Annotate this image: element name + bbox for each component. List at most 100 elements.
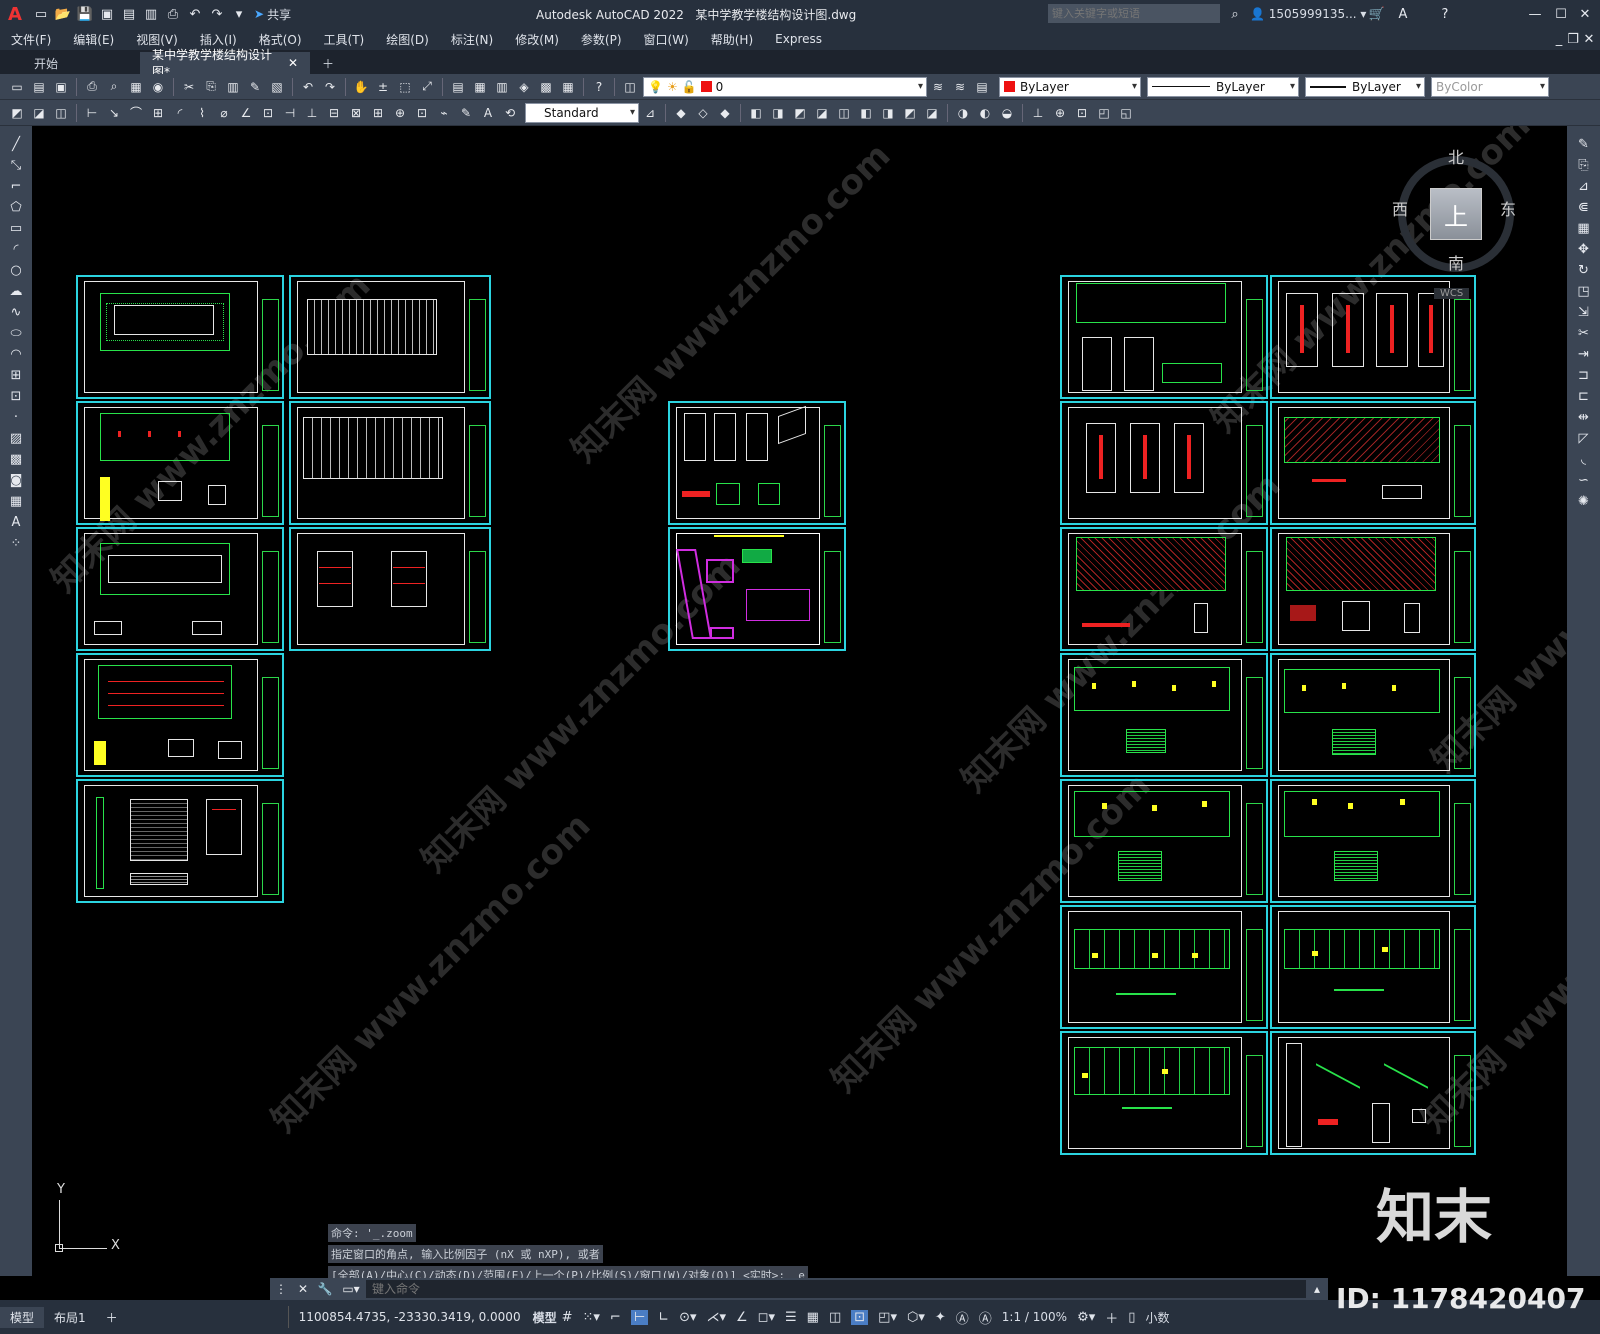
hatch-icon[interactable]: ▨ xyxy=(2,428,30,449)
drawing-sheet-elevation-south[interactable] xyxy=(289,401,491,525)
properties-icon[interactable]: ▤ xyxy=(449,78,467,96)
material-icon[interactable]: ◒ xyxy=(998,104,1016,122)
ucs-face-icon[interactable]: ◰ xyxy=(1095,104,1113,122)
trim-icon[interactable]: ✂ xyxy=(1570,323,1598,344)
dim-edit-icon[interactable]: ✎ xyxy=(457,104,475,122)
units-label[interactable]: 小数 xyxy=(1145,1309,1169,1326)
dim-text-edit-icon[interactable]: A xyxy=(479,104,497,122)
drawing-sheet-elevation-north[interactable] xyxy=(289,275,491,399)
drawing-sheet-slab-1[interactable] xyxy=(1060,527,1268,651)
drawing-sheet-beam-1[interactable] xyxy=(1060,653,1268,777)
qdim-icon[interactable]: ⊡ xyxy=(259,104,277,122)
drawing-sheet-slab-2[interactable] xyxy=(1270,527,1476,651)
viewcube-west[interactable]: 西 xyxy=(1392,196,1408,220)
dimstyle-combo[interactable]: Standard xyxy=(525,102,639,123)
scale-icon[interactable]: ◳ xyxy=(1570,281,1598,302)
slice-icon[interactable]: ◪ xyxy=(923,104,941,122)
selection-filter-icon[interactable]: ⬡▾ xyxy=(907,1310,925,1325)
cart-icon[interactable]: 🛒 xyxy=(1366,3,1388,25)
polar-icon[interactable]: ⊙▾ xyxy=(679,1310,696,1325)
help-icon[interactable]: ? xyxy=(590,78,608,96)
menu-draw[interactable]: 绘图(D) xyxy=(375,31,440,48)
blend-icon[interactable]: ∽ xyxy=(1570,470,1598,491)
3d-cone-icon[interactable]: ◆ xyxy=(716,104,734,122)
annotation-monitor-icon[interactable]: ＋ xyxy=(1105,1308,1118,1327)
extrude-icon[interactable]: ◧ xyxy=(747,104,765,122)
dim-arc-icon[interactable]: ⌒ xyxy=(127,104,145,122)
drawing-sheet-beam-3[interactable] xyxy=(1060,779,1268,903)
menu-edit[interactable]: 编辑(E) xyxy=(62,31,125,48)
drawing-sheet-plan-2[interactable] xyxy=(76,401,284,525)
maximize-icon[interactable]: ☐ xyxy=(1550,3,1572,25)
copy-object-icon[interactable]: ⎘ xyxy=(1570,155,1598,176)
app-menu-button[interactable]: A xyxy=(0,3,30,25)
doc-close-icon[interactable]: ✕ xyxy=(1578,28,1600,50)
minimize-icon[interactable]: — xyxy=(1524,3,1546,25)
drawing-sheet-beam-2[interactable] xyxy=(1270,653,1476,777)
web-open-icon[interactable]: ▤ xyxy=(118,3,140,25)
stretch-icon[interactable]: ⇲ xyxy=(1570,302,1598,323)
layer-previous-icon[interactable]: ≋ xyxy=(951,78,969,96)
object-snap-icon[interactable]: ◻▾ xyxy=(758,1310,775,1325)
isodraft-icon[interactable]: ⋌▾ xyxy=(706,1310,726,1325)
annotation-scale[interactable]: 1:1 / 100% xyxy=(1002,1310,1067,1324)
dynamic-input-icon[interactable]: ⊢ xyxy=(630,1309,649,1325)
drawing-sheet-column-2[interactable] xyxy=(1270,905,1476,1029)
ellipse-icon[interactable]: ⬭ xyxy=(2,323,30,344)
subtract-icon[interactable]: ◨ xyxy=(879,104,897,122)
pan-icon[interactable]: ✋ xyxy=(352,78,370,96)
search-box[interactable] xyxy=(1048,4,1220,23)
make-current-icon[interactable]: ≋ xyxy=(929,78,947,96)
object-snap-tracking-icon[interactable]: ∠ xyxy=(736,1310,748,1325)
viewcube-east[interactable]: 东 xyxy=(1500,196,1516,220)
lineweight-combo[interactable]: ByLayer xyxy=(1305,76,1425,97)
customize-cmd-icon[interactable]: 🔧 xyxy=(316,1280,334,1298)
dim-angular-icon[interactable]: ∠ xyxy=(237,104,255,122)
search-input[interactable] xyxy=(1048,7,1220,20)
transparency-icon[interactable]: ▦ xyxy=(807,1310,819,1325)
jogged-linear-icon[interactable]: ⌁ xyxy=(435,104,453,122)
copy-icon[interactable]: ⎘ xyxy=(202,78,220,96)
drawing-canvas[interactable]: 知末网 www.znzmo.com 知末网 www.znzmo.com 知末网 … xyxy=(32,126,1567,1276)
markup-icon[interactable]: ▩ xyxy=(537,78,555,96)
sweep-icon[interactable]: ◩ xyxy=(791,104,809,122)
chamfer-icon[interactable]: ◸ xyxy=(1570,428,1598,449)
zoom-realtime-icon[interactable]: ± xyxy=(374,78,392,96)
dim-continue-icon[interactable]: ⊥ xyxy=(303,104,321,122)
saveas-icon[interactable]: ▣ xyxy=(96,3,118,25)
menu-tools[interactable]: 工具(T) xyxy=(313,31,376,48)
explode-icon[interactable]: ✺ xyxy=(1570,491,1598,512)
dim-update-icon[interactable]: ⟲ xyxy=(501,104,519,122)
block-editor-icon[interactable]: ▧ xyxy=(268,78,286,96)
save-icon[interactable]: 💾 xyxy=(74,3,96,25)
drawing-sheet-site-plan[interactable] xyxy=(668,527,846,651)
linetype-combo[interactable]: ByLayer xyxy=(1147,76,1299,97)
zoom-previous-icon[interactable]: ⤢ xyxy=(418,78,436,96)
units-icon[interactable]: ▯ xyxy=(1128,1310,1135,1325)
move-icon[interactable]: ✥ xyxy=(1570,239,1598,260)
add-selected-icon[interactable]: ⁘ xyxy=(2,533,30,554)
menu-file[interactable]: 文件(F) xyxy=(0,31,62,48)
grip-icon[interactable]: ⋮ xyxy=(272,1280,290,1298)
lineweight-icon[interactable]: ☰ xyxy=(785,1310,797,1325)
web-save-icon[interactable]: ▥ xyxy=(140,3,162,25)
rotate-icon[interactable]: ↻ xyxy=(1570,260,1598,281)
drawing-sheet-column-1[interactable] xyxy=(1060,905,1268,1029)
tab-layout1[interactable]: 布局1 xyxy=(44,1307,96,1328)
menu-window[interactable]: 窗口(W) xyxy=(633,31,700,48)
erase-icon[interactable]: ✎ xyxy=(1570,134,1598,155)
dim-radius-icon[interactable]: ◜ xyxy=(171,104,189,122)
drawing-sheet-foundation-plan[interactable] xyxy=(1270,401,1476,525)
cmd-scroll-icon[interactable]: ▴ xyxy=(1308,1280,1326,1298)
region-icon[interactable]: ◙ xyxy=(2,470,30,491)
menu-insert[interactable]: 插入(I) xyxy=(189,31,248,48)
menu-view[interactable]: 视图(V) xyxy=(125,31,189,48)
drawing-sheet-schedule[interactable] xyxy=(76,779,284,903)
drawing-sheet-details[interactable] xyxy=(668,401,846,525)
spline-icon[interactable]: ∿ xyxy=(2,302,30,323)
3d-print-icon[interactable]: ◉ xyxy=(149,78,167,96)
help-icon[interactable]: ? xyxy=(1434,3,1456,25)
drawing-sheet-foundation-1[interactable] xyxy=(1060,275,1268,399)
gizmo-icon[interactable]: ✦ xyxy=(935,1310,946,1325)
array-icon[interactable]: ▦ xyxy=(1570,218,1598,239)
